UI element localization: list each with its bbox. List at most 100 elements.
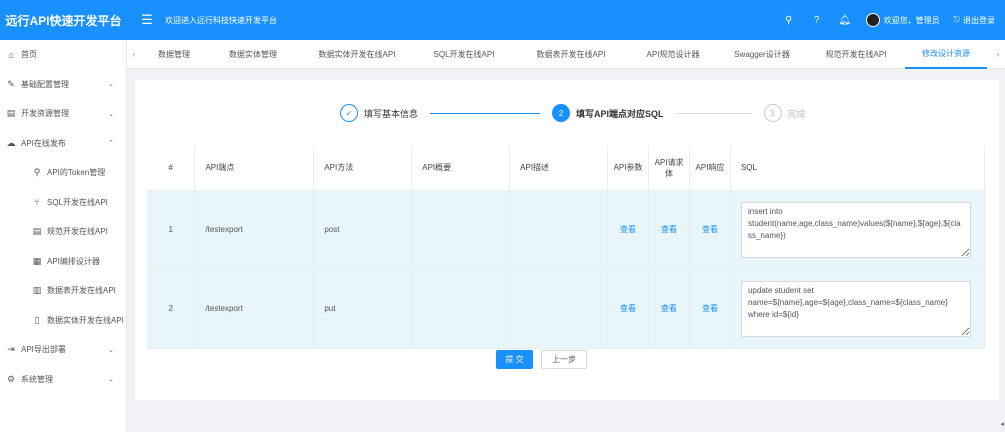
sidebar-item[interactable]: ⚙ 系统管理 ⌄ (0, 365, 126, 395)
help-icon[interactable]: ? (810, 13, 824, 27)
tab-item[interactable]: 数据实体管理 (207, 40, 299, 69)
tab-item[interactable]: 数据管理 (141, 40, 207, 69)
app-brand: 远行API快速开发平台 (5, 13, 122, 28)
sidebar-item[interactable]: ▤ 规范开发在线API (0, 217, 126, 247)
column-header: API概要 (411, 146, 511, 191)
steps: ✓ 填写基本信息 2 填写API端点对应SQL 3 完成 (340, 102, 806, 124)
table-row: 2 /testexport put 查看 查看 查看 update studen… (147, 269, 986, 349)
tab-item[interactable]: Swagger设计器 (717, 40, 807, 69)
grid-icon: ▦ (32, 255, 42, 266)
settings-icon: ⚙ (6, 373, 16, 384)
sidebar-item[interactable]: ⑂ SQL开发在线API (0, 188, 126, 218)
sidebar-item-label: 首页 (21, 50, 37, 60)
sql-textarea[interactable]: insert into student(name,age,class_name)… (740, 201, 971, 258)
submit-button[interactable]: 提 交 (496, 350, 533, 369)
search-icon[interactable]: ⚲ (782, 13, 796, 27)
fork-icon: ⑂ (34, 197, 40, 208)
avatar (865, 13, 880, 27)
top-header: 远行API快速开发平台 ☰ 欢迎进入远行科技快速开发平台 ⚲ ? 🔔︎ 欢迎您，… (0, 0, 1005, 40)
sidebar-item-label: 系统管理 (21, 374, 53, 384)
sidebar-item-label: API导出部署 (21, 345, 66, 355)
summary-cell (411, 269, 511, 349)
view-params-link[interactable]: 查看 (620, 304, 636, 313)
column-header: API端点 (194, 146, 315, 191)
step-connector (675, 112, 752, 114)
chevron-icon: ⌄ (108, 110, 114, 118)
step-3-number: 3 (763, 104, 782, 122)
tab-item[interactable]: SQL开发在线API (415, 40, 513, 69)
method-cell: put (313, 269, 413, 349)
endpoint-cell: /testexport (194, 269, 315, 349)
cloud-icon: ☁ (6, 137, 16, 148)
logout-button[interactable]: ⎋ 退出登录 (954, 15, 995, 26)
sidebar-item[interactable]: ▦ API编排设计器 (0, 247, 126, 277)
chevron-icon: ⌄ (108, 346, 114, 354)
logout-label: 退出登录 (963, 15, 995, 25)
step-2-number: 2 (552, 104, 571, 122)
logout-icon: ⎋ (953, 15, 960, 24)
tab-item[interactable]: 数据表开发在线API (513, 40, 629, 69)
column-header: API参数 (607, 146, 650, 191)
sidebar-item-label: API的Token管理 (47, 168, 106, 178)
previous-step-button[interactable]: 上一步 (541, 350, 587, 369)
column-header: API请求体 (648, 146, 690, 191)
user-greeting: 欢迎您，管理员 (883, 15, 940, 25)
document-icon: ▤ (6, 108, 16, 119)
sidebar-item-label: 规范开发在线API (47, 227, 108, 237)
sidebar-item[interactable]: ▥ 数据表开发在线API (0, 276, 126, 306)
tab-item[interactable]: 数据实体开发在线API (299, 40, 415, 69)
wrench-icon: ✎ (7, 78, 15, 89)
endpoint-cell: /testexport (194, 190, 315, 270)
hamburger-icon[interactable]: ☰ (135, 12, 159, 28)
description-cell (509, 269, 609, 349)
sidebar-item[interactable]: ✎ 基础配置管理 ⌄ (0, 70, 126, 100)
sidebar: ⌂ 首页 ✎ 基础配置管理 ⌄ ▤ 开发资源管理 ⌄ ☁ API在线发布 ⌃ ⚲ API的Token管理… (0, 40, 127, 432)
main-panel: ✓ 填写基本信息 2 填写API端点对应SQL 3 完成 # API端点 API… (135, 80, 999, 400)
chevron-icon: ⌃ (108, 140, 114, 148)
form-actions: 提 交 上一步 (496, 350, 587, 369)
sidebar-item-label: 开发资源管理 (21, 109, 69, 119)
view-response-link[interactable]: 查看 (702, 304, 718, 313)
step-1-label: 填写基本信息 (364, 108, 419, 119)
step-2-label: 填写API端点对应SQL (576, 108, 664, 119)
step-check-icon: ✓ (340, 104, 358, 122)
description-cell (509, 190, 609, 270)
sidebar-item[interactable]: ▯ 数据实体开发在线API (0, 306, 126, 336)
view-body-link[interactable]: 查看 (661, 304, 677, 313)
view-params-link[interactable]: 查看 (620, 225, 636, 234)
view-response-link[interactable]: 查看 (702, 225, 718, 234)
view-body-link[interactable]: 查看 (661, 225, 677, 234)
row-index: 2 (147, 269, 196, 349)
chevron-icon: ⌄ (108, 376, 114, 384)
tab-item[interactable]: API规范设计器 (629, 40, 717, 69)
table-icon: ▥ (32, 285, 42, 296)
tab-scroll-right-icon[interactable]: › (991, 49, 1005, 59)
list-icon: ▤ (32, 226, 42, 237)
home-icon: ⌂ (8, 49, 14, 60)
welcome-text: 欢迎进入远行科技快速开发平台 (165, 15, 277, 25)
tab-item[interactable]: 规范开发在线API (807, 40, 905, 69)
step-connector (430, 112, 541, 114)
sidebar-item[interactable]: ⇥ API导出部署 ⌄ (0, 335, 126, 365)
tab-scroll-left-icon[interactable]: ‹ (127, 49, 141, 59)
api-endpoint-table: # API端点 API方法 API概要 API描述 API参数 API请求体 A… (147, 146, 986, 349)
user-menu[interactable]: 欢迎您，管理员 (865, 13, 940, 27)
bell-icon[interactable]: 🔔︎ (838, 13, 852, 27)
header-actions: ⚲ ? 🔔︎ 欢迎您，管理员 ⎋ 退出登录 (782, 0, 995, 40)
sidebar-item-label: API编排设计器 (47, 256, 100, 266)
scroll-indicator-icon[interactable]: ◂ (1000, 420, 1004, 428)
sidebar-item-label: 基础配置管理 (21, 79, 69, 89)
sidebar-item[interactable]: ⚲ API的Token管理 (0, 158, 126, 188)
table-row: 1 /testexport post 查看 查看 查看 insert into … (147, 190, 986, 270)
column-header: API响应 (689, 146, 731, 191)
sql-textarea[interactable]: update student set name=${name},age=${ag… (740, 280, 971, 337)
sidebar-item[interactable]: ▤ 开发资源管理 ⌄ (0, 99, 126, 129)
tab-item[interactable]: 修改设计资源 (905, 40, 987, 69)
sidebar-item[interactable]: ☁ API在线发布 ⌃ (0, 129, 126, 159)
sidebar-item-label: SQL开发在线API (47, 197, 108, 207)
file-icon: ▯ (34, 314, 40, 325)
sidebar-item[interactable]: ⌂ 首页 (0, 40, 126, 70)
summary-cell (411, 190, 511, 270)
chevron-icon: ⌄ (108, 81, 114, 89)
step-3-label: 完成 (787, 108, 806, 119)
